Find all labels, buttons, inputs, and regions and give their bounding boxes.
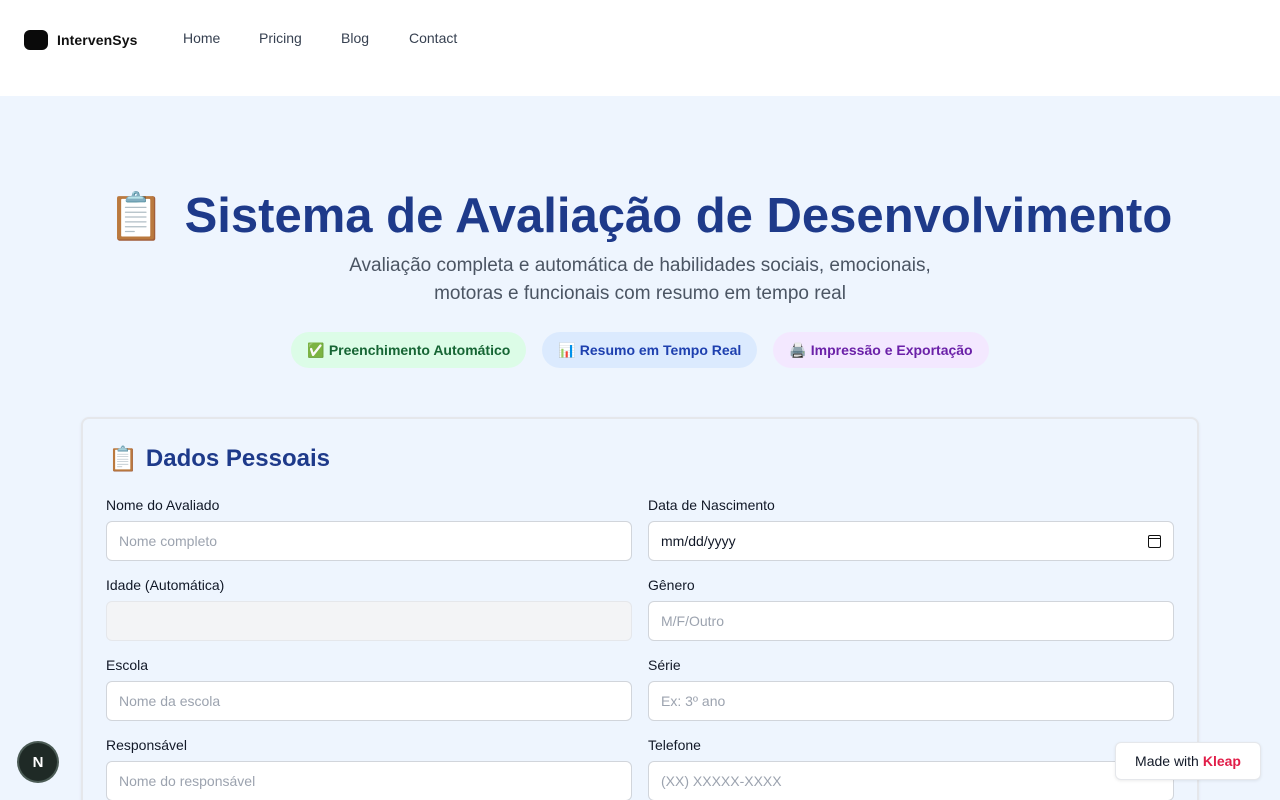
field-serie: Série Ex: 3º ano: [648, 655, 1174, 721]
badge-print-export: 🖨️ Impressão e Exportação: [773, 332, 989, 368]
made-with-kleap-badge[interactable]: Made with Kleap: [1115, 742, 1261, 780]
nav-link-contact[interactable]: Contact: [409, 30, 469, 48]
birthdate-input[interactable]: mm/dd/yyyy: [648, 521, 1174, 561]
school-placeholder: Nome da escola: [119, 693, 221, 709]
page-title: 📋 Sistema de Avaliação de Desenvolviment…: [0, 186, 1280, 246]
guardian-placeholder: Nome do responsável: [119, 773, 256, 789]
section-title: 📋 Dados Pessoais: [108, 443, 330, 475]
nome-input[interactable]: Nome completo: [106, 521, 632, 561]
field-nome: Nome do Avaliado Nome completo: [106, 495, 632, 561]
label-nascimento: Data de Nascimento: [648, 497, 775, 513]
school-input[interactable]: Nome da escola: [106, 681, 632, 721]
kleap-brand: Kleap: [1202, 753, 1241, 769]
phone-input[interactable]: (XX) XXXXX-XXXX: [648, 761, 1174, 800]
brand-name: IntervenSys: [57, 32, 138, 48]
clipboard-icon: 📋: [107, 190, 165, 242]
age-input: [106, 601, 632, 641]
clipboard-icon: 📋: [108, 445, 138, 473]
field-responsavel: Responsável Nome do responsável: [106, 735, 632, 800]
dev-tools-n-icon[interactable]: N: [19, 743, 57, 781]
page-subtitle: Avaliação completa e automática de habil…: [290, 252, 990, 308]
nome-placeholder: Nome completo: [119, 533, 218, 549]
badge-realtime-summary-label: Resumo em Tempo Real: [579, 342, 742, 358]
badge-auto-fill-label: Preenchimento Automático: [328, 342, 511, 358]
calendar-icon[interactable]: [1148, 534, 1161, 548]
nav-link-home[interactable]: Home: [183, 30, 259, 48]
field-genero: Gênero M/F/Outro: [648, 575, 1174, 641]
brand[interactable]: IntervenSys: [24, 30, 137, 50]
section-title-text: Dados Pessoais: [145, 445, 330, 472]
phone-placeholder: (XX) XXXXX-XXXX: [661, 773, 782, 789]
brand-logo-icon: [24, 30, 48, 50]
label-telefone: Telefone: [648, 737, 701, 753]
field-escola: Escola Nome da escola: [106, 655, 632, 721]
label-idade: Idade (Automática): [106, 577, 225, 593]
printer-icon: 🖨️: [789, 341, 807, 358]
label-genero: Gênero: [648, 577, 695, 593]
subtitle-line-2: motoras e funcionais com resumo em tempo…: [434, 283, 846, 304]
label-nome: Nome do Avaliado: [106, 497, 220, 513]
badge-realtime-summary: 📊 Resumo em Tempo Real: [542, 332, 758, 368]
page-title-text: Sistema de Avaliação de Desenvolvimento: [184, 189, 1173, 243]
guardian-input[interactable]: Nome do responsável: [106, 761, 632, 800]
nav-links: Home Pricing Blog Contact: [183, 30, 469, 48]
grade-placeholder: Ex: 3º ano: [661, 693, 726, 709]
personal-data-card: 📋 Dados Pessoais Nome do Avaliado Nome c…: [81, 417, 1199, 800]
gender-input[interactable]: M/F/Outro: [648, 601, 1174, 641]
bar-chart-icon: 📊: [558, 341, 576, 358]
nav-link-pricing[interactable]: Pricing: [259, 30, 341, 48]
gender-placeholder: M/F/Outro: [661, 613, 725, 629]
made-with-text: Made with: [1135, 753, 1199, 769]
field-nascimento: Data de Nascimento mm/dd/yyyy: [648, 495, 1174, 561]
label-escola: Escola: [106, 657, 149, 673]
birthdate-placeholder: mm/dd/yyyy: [661, 533, 736, 549]
label-serie: Série: [648, 657, 681, 673]
subtitle-line-1: Avaliação completa e automática de habil…: [349, 255, 931, 276]
label-responsavel: Responsável: [106, 737, 187, 753]
feature-badges: ✅ Preenchimento Automático 📊 Resumo em T…: [0, 332, 1280, 368]
field-idade: Idade (Automática): [106, 575, 632, 641]
nav-link-blog[interactable]: Blog: [341, 30, 409, 48]
top-navbar: IntervenSys Home Pricing Blog Contact: [0, 0, 1280, 96]
badge-auto-fill: ✅ Preenchimento Automático: [291, 332, 527, 368]
check-icon: ✅: [307, 341, 325, 358]
field-telefone: Telefone (XX) XXXXX-XXXX: [648, 735, 1174, 800]
badge-print-export-label: Impressão e Exportação: [810, 342, 973, 358]
grade-input[interactable]: Ex: 3º ano: [648, 681, 1174, 721]
